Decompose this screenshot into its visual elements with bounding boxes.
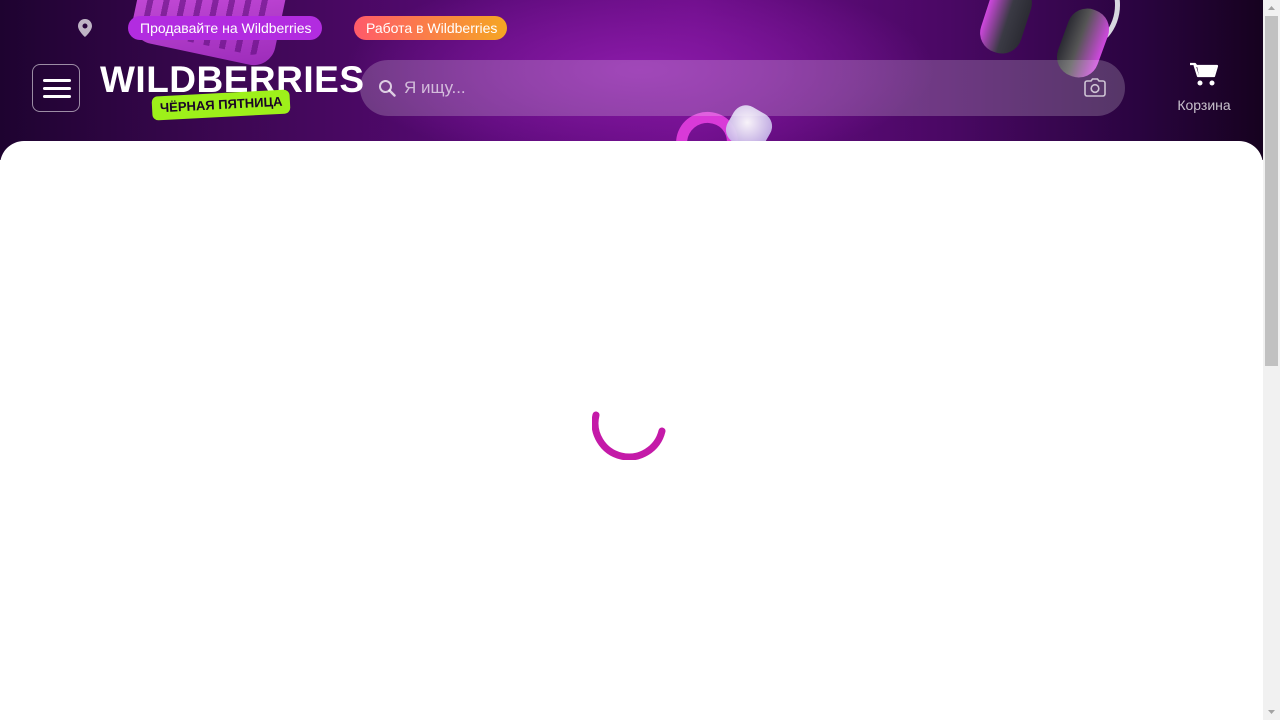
menu-line (43, 79, 71, 82)
search-input[interactable] (404, 60, 1074, 116)
decorative-headphones-image (974, 0, 1038, 59)
site-logo[interactable]: WILDBERRIES ЧЁРНАЯ ПЯТНИЦА (100, 60, 364, 121)
scroll-down-arrow-icon[interactable] (1263, 704, 1280, 720)
menu-line (43, 87, 71, 90)
camera-icon[interactable] (1084, 78, 1106, 98)
sell-on-wildberries-link[interactable]: Продавайте на Wildberries (128, 16, 322, 40)
vertical-scrollbar[interactable] (1263, 0, 1280, 720)
main-content (0, 141, 1263, 720)
scroll-up-arrow-icon[interactable] (1263, 0, 1280, 16)
menu-line (43, 95, 71, 98)
search-icon (379, 80, 396, 97)
site-header: Продавайте на Wildberries Работа в Wildb… (0, 0, 1263, 160)
location-pin-icon[interactable] (78, 19, 92, 37)
work-at-wildberries-link[interactable]: Работа в Wildberries (354, 16, 507, 40)
scrollbar-thumb[interactable] (1265, 16, 1278, 366)
search-bar[interactable] (360, 60, 1125, 116)
cart-icon (1190, 62, 1219, 86)
hamburger-menu-icon[interactable] (32, 64, 80, 112)
loading-spinner-icon (592, 411, 666, 460)
cart-button[interactable]: Корзина (1170, 60, 1238, 116)
cart-label: Корзина (1177, 97, 1231, 113)
